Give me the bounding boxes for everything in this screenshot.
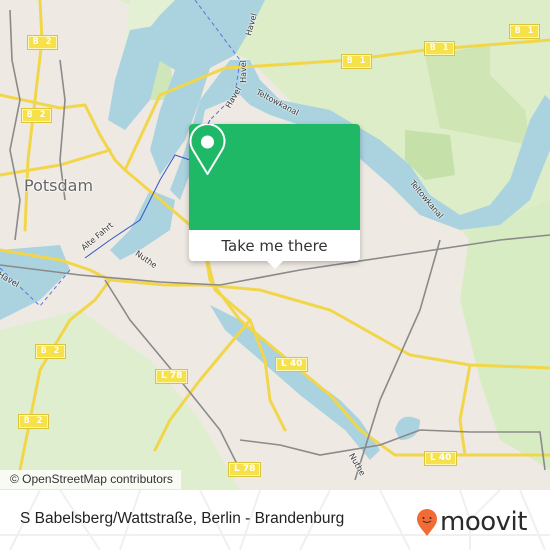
water-label-havel: Havel <box>238 60 248 83</box>
city-label-potsdam: Potsdam <box>24 176 94 195</box>
stop-address: S Babelsberg/Wattstraße, Berlin - Brande… <box>20 510 345 527</box>
take-me-there-button[interactable]: Take me there <box>189 230 360 261</box>
location-popup[interactable]: Take me there <box>189 124 360 269</box>
road-shield-l40: L 40 <box>423 451 458 466</box>
road-shield-b1: B 1 <box>508 24 541 39</box>
popup-header[interactable] <box>189 124 360 230</box>
moovit-pin-smile-icon <box>417 508 437 536</box>
moovit-wordmark: moovit <box>440 507 527 537</box>
road-shield-b2: B 2 <box>20 108 53 123</box>
map-view[interactable]: B 2 B 2 B 2 B 2 B 1 B 1 B 1 L 78 L 78 L … <box>0 0 550 490</box>
map-attribution[interactable]: © OpenStreetMap contributors <box>0 470 181 489</box>
popup-pointer <box>266 260 284 269</box>
moovit-logo[interactable]: moovit <box>416 507 527 537</box>
road-shield-l78: L 78 <box>227 462 262 477</box>
road-shield-b2: B 2 <box>17 414 50 429</box>
road-shield-b1: B 1 <box>340 54 373 69</box>
road-shield-b1: B 1 <box>423 41 456 56</box>
road-shield-b2: B 2 <box>26 35 59 50</box>
map-pin-icon <box>189 124 226 175</box>
road-shield-l78: L 78 <box>154 369 189 384</box>
road-shield-b2: B 2 <box>34 344 67 359</box>
road-shield-l40: L 40 <box>274 357 309 372</box>
